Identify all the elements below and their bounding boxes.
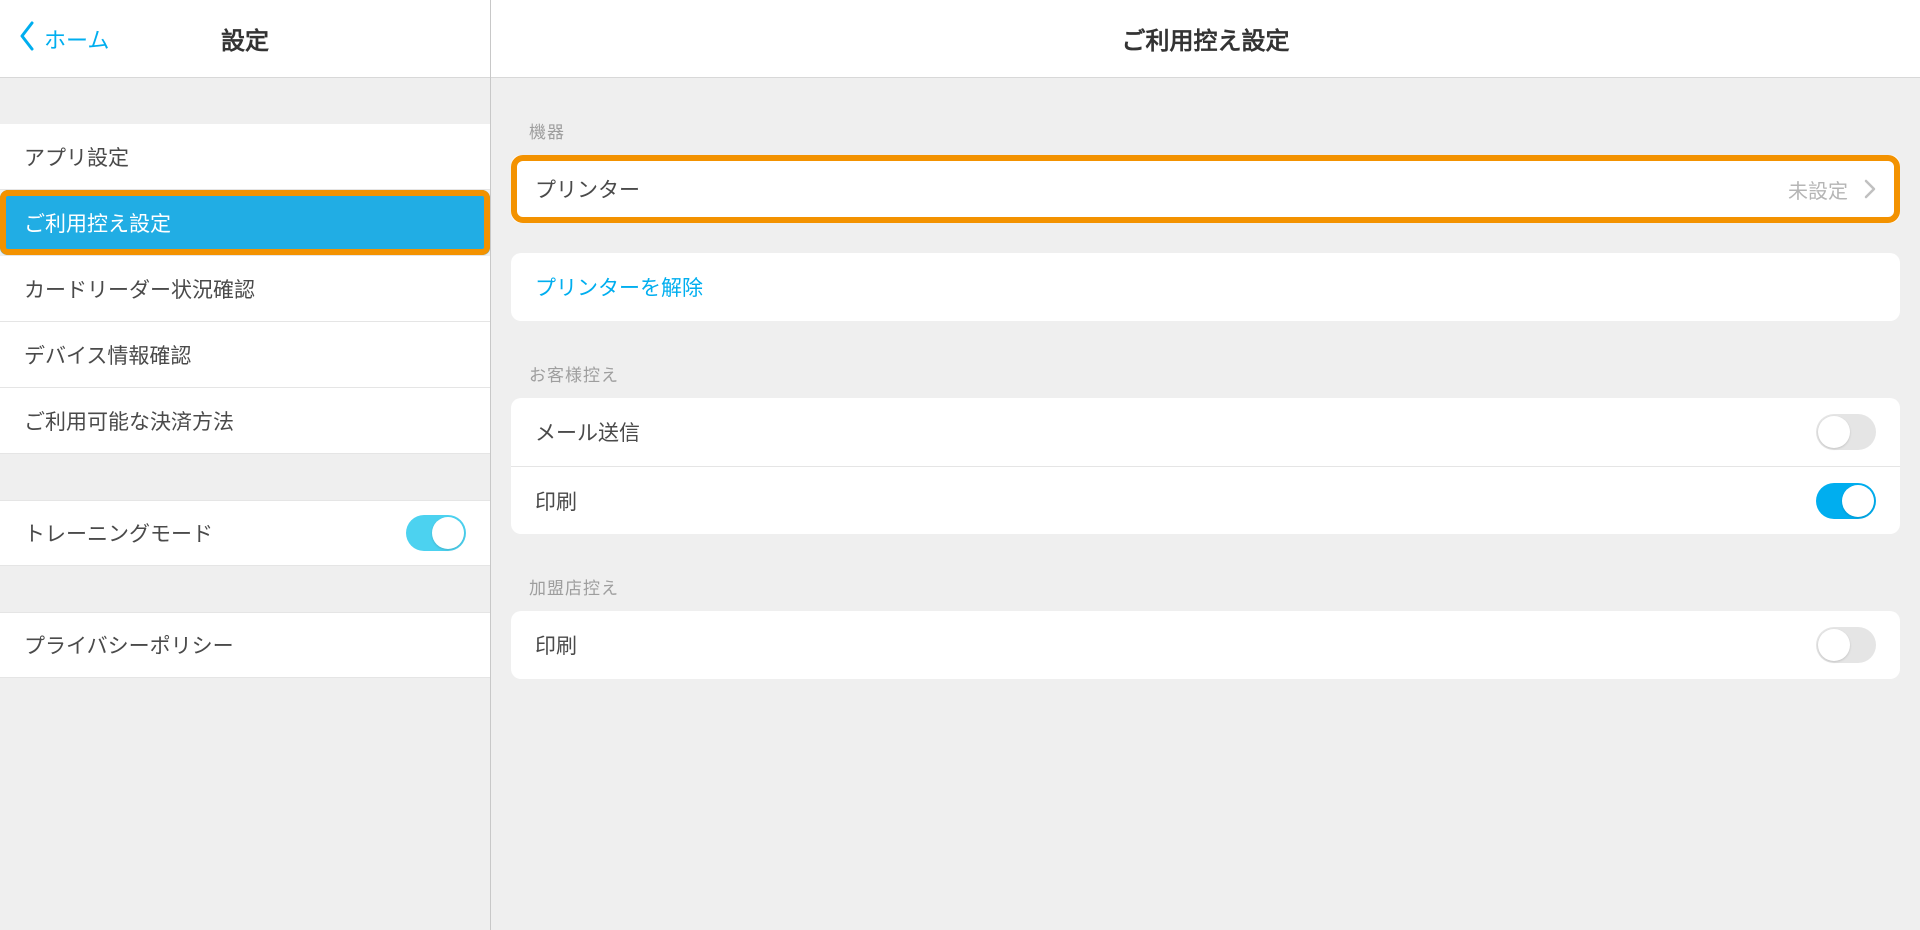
sidebar-item-label: プライバシーポリシー	[24, 630, 234, 660]
printer-row[interactable]: プリンター 未設定	[511, 155, 1900, 223]
sidebar-item-label: カードリーダー状況確認	[24, 274, 255, 304]
sidebar-item-label: デバイス情報確認	[24, 340, 191, 370]
sidebar-item-payment-methods[interactable]: ご利用可能な決済方法	[0, 388, 490, 454]
sidebar-header: ホーム 設定	[0, 0, 490, 78]
sidebar-item-device-info[interactable]: デバイス情報確認	[0, 322, 490, 388]
printer-value: 未設定	[1788, 175, 1848, 204]
merchant-print-toggle[interactable]	[1816, 627, 1876, 663]
sidebar-item-label: アプリ設定	[24, 142, 129, 172]
sidebar-item-privacy-policy[interactable]: プライバシーポリシー	[0, 612, 490, 678]
section-label-merchant: 加盟店控え	[511, 534, 1900, 611]
printer-label: プリンター	[535, 174, 640, 204]
training-mode-row: トレーニングモード	[0, 500, 490, 566]
detail-panel: ご利用控え設定 機器 プリンター 未設定 プリンターを解除	[491, 0, 1920, 930]
mail-send-toggle[interactable]	[1816, 414, 1876, 450]
chevron-right-icon	[1864, 179, 1876, 199]
detail-title: ご利用控え設定	[491, 0, 1920, 78]
customer-print-row: 印刷	[511, 466, 1900, 534]
release-printer-label: プリンターを解除	[535, 272, 703, 302]
section-label-device: 機器	[511, 78, 1900, 155]
sidebar-item-receipt-settings[interactable]: ご利用控え設定	[0, 190, 490, 256]
merchant-print-label: 印刷	[535, 630, 577, 660]
sidebar-item-label: ご利用可能な決済方法	[24, 406, 234, 436]
mail-send-label: メール送信	[535, 417, 640, 447]
training-mode-toggle[interactable]	[406, 515, 466, 551]
release-printer-button[interactable]: プリンターを解除	[511, 253, 1900, 321]
customer-print-toggle[interactable]	[1816, 483, 1876, 519]
back-button[interactable]: ホーム	[0, 21, 109, 57]
sidebar-item-label: ご利用控え設定	[24, 208, 171, 238]
sidebar: ホーム 設定 アプリ設定 ご利用控え設定 カードリーダー状況確認 デバイス情報確…	[0, 0, 491, 930]
section-label-customer: お客様控え	[511, 321, 1900, 398]
chevron-left-icon	[18, 21, 44, 57]
customer-print-label: 印刷	[535, 486, 577, 516]
mail-send-row: メール送信	[511, 398, 1900, 466]
training-mode-label: トレーニングモード	[24, 518, 213, 548]
sidebar-item-app-settings[interactable]: アプリ設定	[0, 124, 490, 190]
merchant-print-row: 印刷	[511, 611, 1900, 679]
sidebar-item-card-reader-status[interactable]: カードリーダー状況確認	[0, 256, 490, 322]
back-label: ホーム	[44, 23, 109, 55]
